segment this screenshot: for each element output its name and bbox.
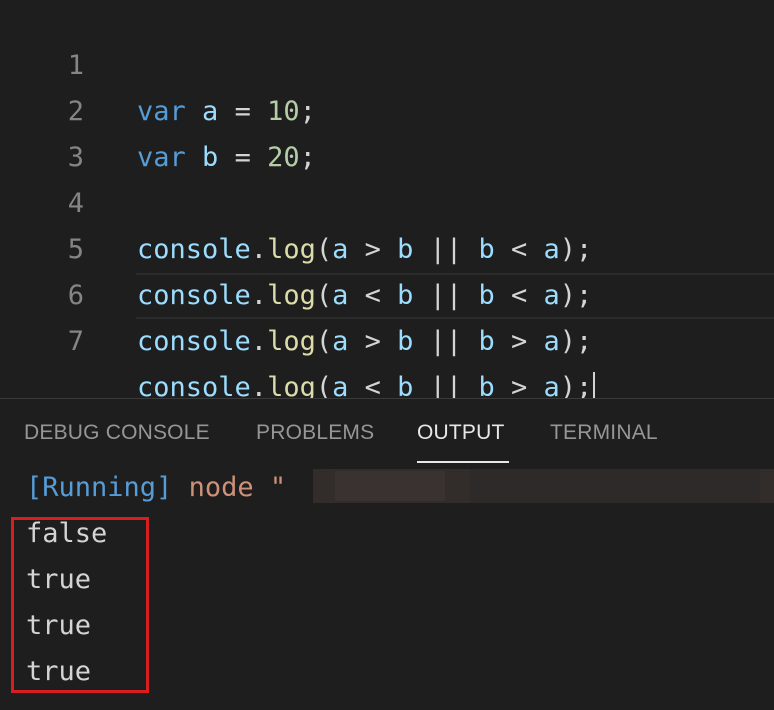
code-line[interactable]: 2 var b = 20; — [0, 43, 774, 173]
code-editor[interactable]: 1 var a = 10; 2 var b = 20; 3 4 console.… — [0, 0, 774, 406]
code-line-current[interactable]: 7 console.log(a < b || b > a); — [0, 273, 774, 406]
output-running-line: [Running] node " — [26, 465, 286, 511]
code-text[interactable]: console.log(a > b || b > a); — [137, 319, 592, 365]
running-tag: [Running] — [26, 472, 173, 503]
active-tab-indicator — [417, 461, 509, 463]
code-line[interactable]: 3 — [0, 89, 774, 173]
tab-problems[interactable]: PROBLEMS — [256, 421, 374, 445]
code-token: > — [494, 326, 544, 357]
code-line[interactable]: 1 var a = 10; — [0, 0, 774, 127]
code-token: || — [413, 326, 479, 357]
code-token: b — [397, 326, 414, 357]
node-command: node " — [172, 472, 287, 503]
tab-debug-console[interactable]: DEBUG CONSOLE — [24, 421, 210, 445]
code-token: . — [250, 326, 268, 357]
highlight-box — [11, 517, 149, 693]
tab-terminal[interactable]: TERMINAL — [550, 421, 658, 445]
code-line[interactable]: 4 console.log(a > b || b < a); — [0, 135, 774, 265]
code-token: b — [478, 326, 495, 357]
code-line[interactable]: 6 console.log(a > b || b > a); — [0, 227, 774, 357]
code-token: a — [332, 326, 349, 357]
code-token: a — [543, 326, 560, 357]
code-line[interactable]: 5 console.log(a < b || b < a); — [0, 181, 774, 311]
redacted-path — [335, 471, 445, 501]
code-token: log — [267, 326, 316, 357]
line-number: 7 — [67, 326, 84, 357]
tab-output[interactable]: OUTPUT — [417, 421, 505, 445]
code-token: ); — [559, 326, 593, 357]
bottom-panel: DEBUG CONSOLE PROBLEMS OUTPUT TERMINAL [… — [0, 398, 774, 710]
code-token: console — [137, 326, 251, 357]
redacted-path — [470, 469, 760, 503]
code-token: ( — [315, 326, 333, 357]
code-token: > — [348, 326, 398, 357]
